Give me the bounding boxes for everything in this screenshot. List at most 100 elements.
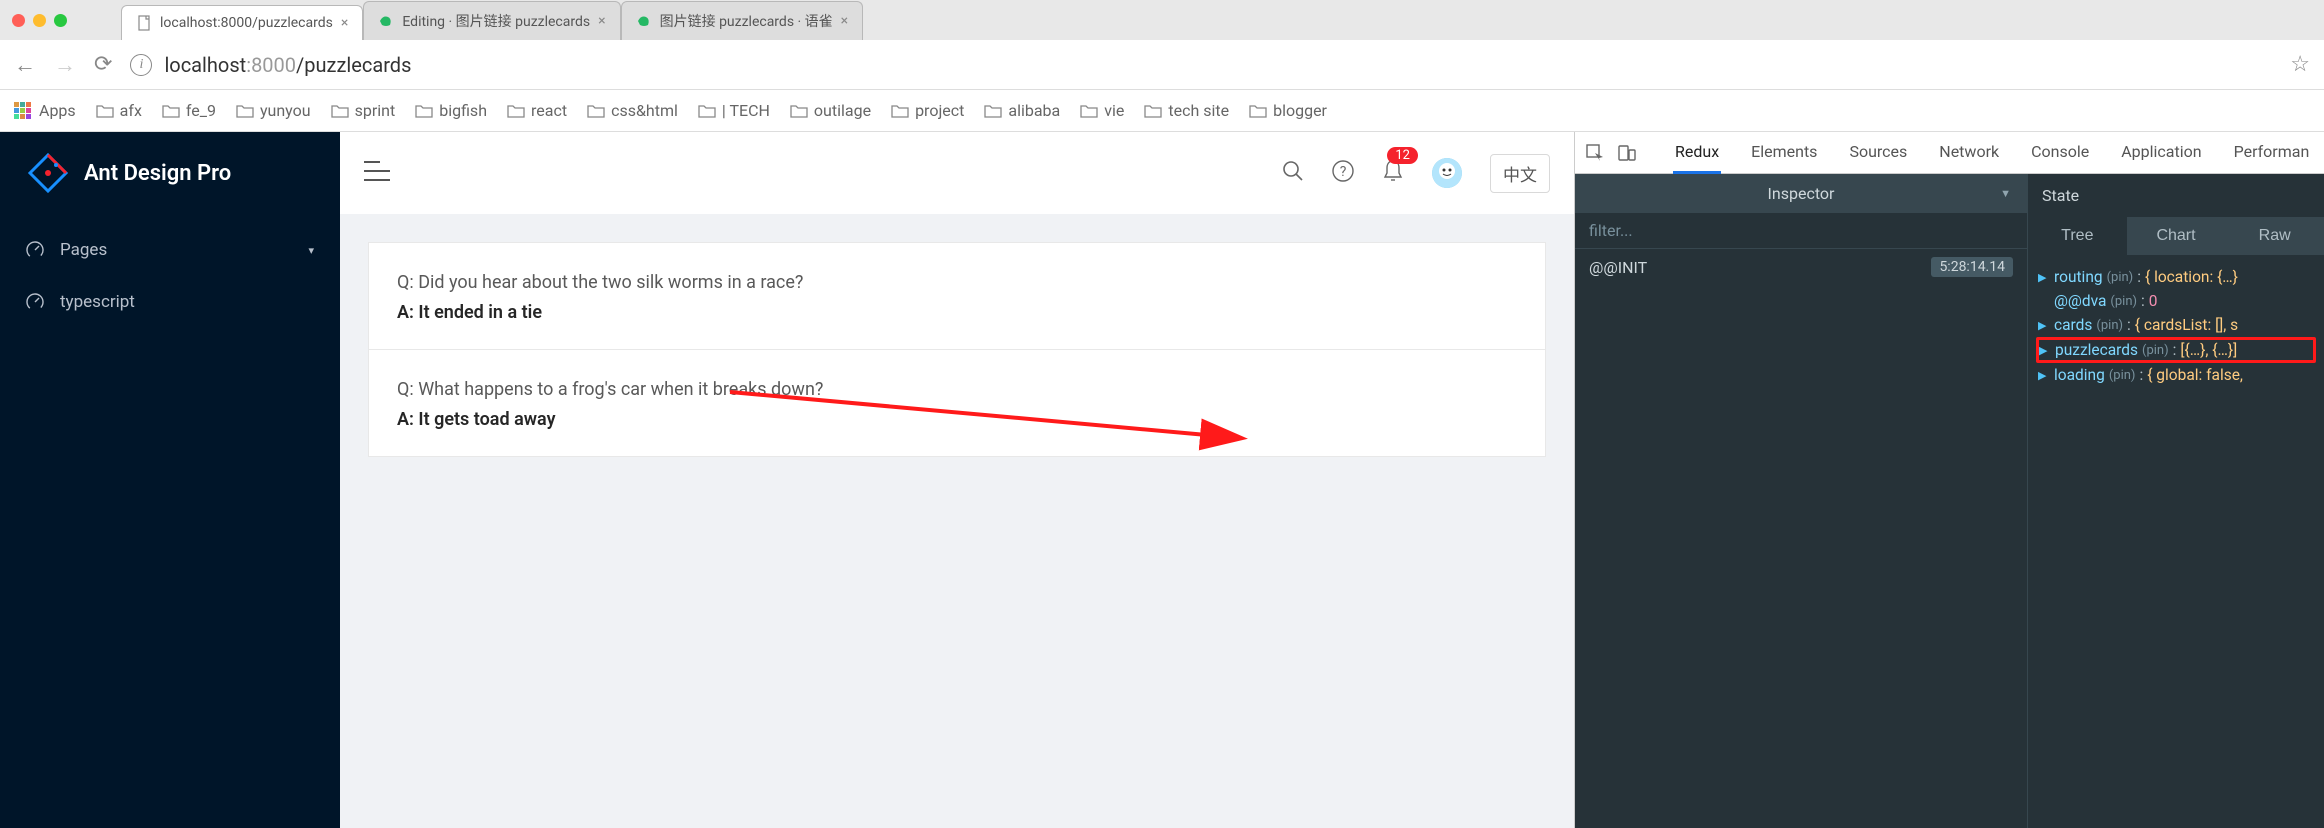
apps-shortcut[interactable]: Apps bbox=[14, 101, 76, 120]
maximize-window-button[interactable] bbox=[54, 14, 67, 27]
inspector-header[interactable]: Inspector ▼ bbox=[1575, 174, 2027, 213]
bookmark-folder[interactable]: afx bbox=[96, 101, 142, 120]
bookmark-folder[interactable]: react bbox=[507, 101, 567, 120]
bookmark-folder[interactable]: bigfish bbox=[415, 101, 487, 120]
tree-key: loading bbox=[2054, 366, 2105, 384]
url-port: :8000 bbox=[246, 53, 296, 77]
tree-caret-icon: ▶ bbox=[2038, 271, 2050, 284]
tree-caret-icon: ▶ bbox=[2038, 369, 2050, 382]
browser-tab[interactable]: Editing · 图片链接 puzzlecards× bbox=[363, 1, 620, 40]
browser-tab[interactable]: localhost:8000/puzzlecards× bbox=[121, 5, 363, 40]
bookmark-folder[interactable]: blogger bbox=[1249, 101, 1327, 120]
bookmark-folder[interactable]: tech site bbox=[1144, 101, 1229, 120]
close-window-button[interactable] bbox=[12, 14, 25, 27]
bookmark-star-icon[interactable]: ☆ bbox=[2290, 52, 2310, 77]
devtools-tab[interactable]: Redux bbox=[1673, 132, 1721, 174]
devtools-tab[interactable]: Elements bbox=[1749, 132, 1819, 174]
action-filter-input[interactable]: filter... bbox=[1575, 213, 2027, 249]
devtools-tab[interactable]: Network bbox=[1937, 132, 2001, 174]
cards-container: Q: Did you hear about the two silk worms… bbox=[340, 214, 1574, 485]
action-time: 5:28:14.14 bbox=[1931, 257, 2013, 277]
tree-key: routing bbox=[2054, 268, 2103, 286]
close-tab-icon[interactable]: × bbox=[841, 13, 848, 29]
bookmark-folder[interactable]: project bbox=[891, 101, 964, 120]
folder-icon bbox=[790, 103, 808, 118]
site-info-icon[interactable]: i bbox=[130, 54, 152, 76]
browser-titlebar: localhost:8000/puzzlecards×Editing · 图片链… bbox=[0, 0, 2324, 40]
devtools-tab[interactable]: Application bbox=[2119, 132, 2203, 174]
user-avatar[interactable] bbox=[1432, 158, 1462, 188]
bookmark-label: blogger bbox=[1273, 101, 1327, 120]
svg-text:?: ? bbox=[1340, 164, 1347, 180]
card-question: Q: What happens to a frog's car when it … bbox=[397, 376, 1517, 405]
state-panel-header: State bbox=[2028, 174, 2324, 217]
bookmark-label: vie bbox=[1104, 101, 1124, 120]
url-field[interactable]: i localhost:8000/puzzlecards bbox=[130, 53, 2272, 77]
tree-node[interactable]: ▶routing (pin): { location: {…} bbox=[2036, 265, 2316, 289]
sidebar-item[interactable]: Pages▾ bbox=[0, 224, 340, 276]
bookmark-folder[interactable]: css&html bbox=[587, 101, 678, 120]
dashboard-icon bbox=[26, 241, 44, 259]
bookmarks-bar: Apps afx fe_9 yunyou sprint bigfish react css&… bbox=[0, 90, 2324, 132]
devtools-tab[interactable]: Sources bbox=[1847, 132, 1909, 174]
help-button[interactable]: ? bbox=[1332, 160, 1354, 186]
folder-icon bbox=[1249, 103, 1267, 118]
bookmark-folder[interactable]: outilage bbox=[790, 101, 871, 120]
tree-node[interactable]: ▶puzzlecards (pin): [{…}, {…}] bbox=[2036, 337, 2316, 363]
app-sidebar: Ant Design Pro Pages▾typescript bbox=[0, 132, 340, 828]
close-tab-icon[interactable]: × bbox=[598, 13, 605, 29]
forward-button[interactable]: → bbox=[54, 52, 76, 78]
app-logo[interactable]: Ant Design Pro bbox=[0, 132, 340, 214]
tree-pin: (pin) bbox=[2096, 318, 2123, 333]
inspect-element-icon[interactable] bbox=[1585, 143, 1605, 163]
app-main: ? 12 中文 Q: Did you hear about the two si… bbox=[340, 132, 1574, 828]
folder-icon bbox=[507, 103, 525, 118]
devtools-tab[interactable]: Performan bbox=[2232, 132, 2312, 174]
card-answer: A: It gets toad away bbox=[397, 409, 1517, 430]
devtools-tab[interactable]: Console bbox=[2029, 132, 2091, 174]
puzzle-card: Q: What happens to a frog's car when it … bbox=[368, 350, 1546, 457]
bookmark-label: tech site bbox=[1168, 101, 1229, 120]
language-switcher[interactable]: 中文 bbox=[1490, 154, 1550, 193]
avatar-icon bbox=[1432, 158, 1462, 188]
bookmark-label: react bbox=[531, 101, 567, 120]
device-toggle-icon[interactable] bbox=[1617, 143, 1637, 163]
reload-button[interactable]: ⟳ bbox=[94, 52, 112, 77]
apps-icon bbox=[14, 102, 31, 119]
devtools-tabs: Redux Elements Sources Network Console Applic… bbox=[1575, 132, 2324, 174]
folder-icon bbox=[331, 103, 349, 118]
tree-node[interactable]: ▶loading (pin): { global: false, bbox=[2036, 363, 2316, 387]
tree-caret-icon: ▶ bbox=[2038, 319, 2050, 332]
bookmark-folder[interactable]: fe_9 bbox=[162, 101, 216, 120]
state-subtab[interactable]: Raw bbox=[2225, 217, 2324, 255]
tab-favicon bbox=[378, 13, 394, 29]
bookmark-label: | TECH bbox=[722, 101, 770, 120]
window-controls bbox=[12, 14, 67, 27]
tree-node[interactable]: @@dva (pin): 0 bbox=[2036, 289, 2316, 313]
bookmark-folder[interactable]: alibaba bbox=[984, 101, 1060, 120]
bookmark-folder[interactable]: sprint bbox=[331, 101, 396, 120]
bookmark-label: alibaba bbox=[1008, 101, 1060, 120]
tree-key: puzzlecards bbox=[2055, 341, 2138, 359]
collapse-sidebar-button[interactable] bbox=[364, 160, 390, 186]
bookmark-folder[interactable]: yunyou bbox=[236, 101, 311, 120]
search-button[interactable] bbox=[1282, 160, 1304, 186]
apps-label: Apps bbox=[39, 101, 76, 120]
tab-title: 图片链接 puzzlecards · 语雀 bbox=[660, 11, 833, 31]
minimize-window-button[interactable] bbox=[33, 14, 46, 27]
bookmark-label: yunyou bbox=[260, 101, 311, 120]
redux-action-row[interactable]: @@INIT5:28:14.14 bbox=[1575, 249, 2027, 285]
tab-favicon bbox=[136, 15, 152, 31]
back-button[interactable]: ← bbox=[14, 52, 36, 78]
sidebar-item[interactable]: typescript bbox=[0, 276, 340, 328]
bookmark-folder[interactable]: vie bbox=[1080, 101, 1124, 120]
notifications-button[interactable]: 12 bbox=[1382, 159, 1404, 187]
bookmark-folder[interactable]: | TECH bbox=[698, 101, 770, 120]
state-subtab[interactable]: Tree bbox=[2028, 217, 2127, 255]
chevron-down-icon: ▾ bbox=[308, 244, 314, 257]
search-icon bbox=[1282, 160, 1304, 182]
browser-tab[interactable]: 图片链接 puzzlecards · 语雀 × bbox=[621, 1, 864, 40]
tree-node[interactable]: ▶cards (pin): { cardsList: [], s bbox=[2036, 313, 2316, 337]
state-subtab[interactable]: Chart bbox=[2127, 217, 2226, 255]
close-tab-icon[interactable]: × bbox=[341, 15, 348, 31]
